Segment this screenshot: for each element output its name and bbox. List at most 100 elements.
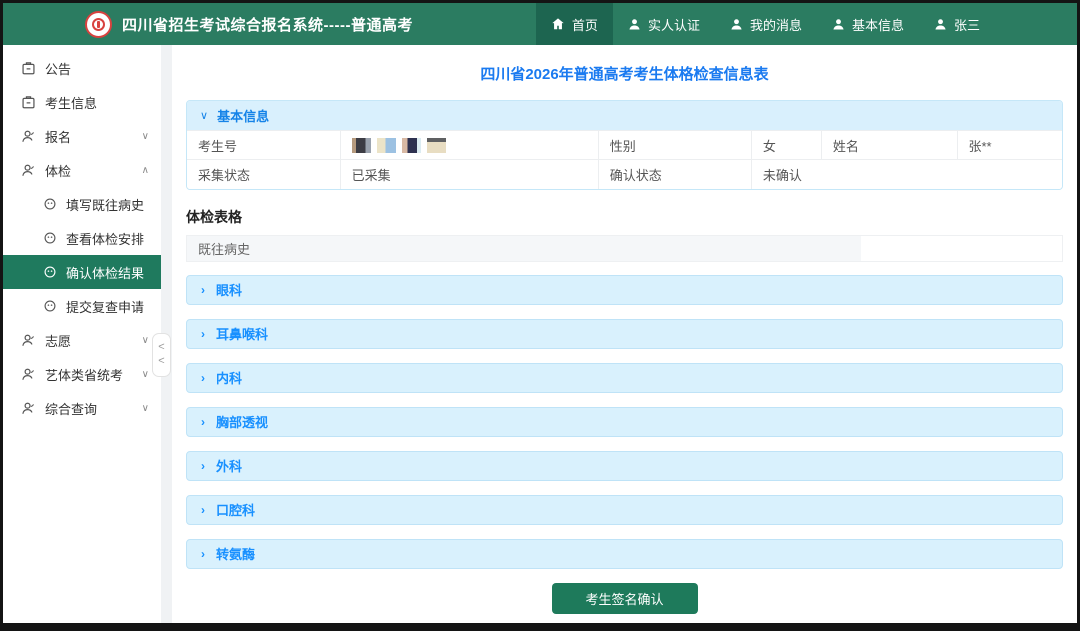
nav-label: 基本信息 [851, 17, 904, 33]
user-icon [628, 18, 641, 31]
app-header: 四川省招生考试综合报名系统-----普通高考 首页 实人认证 我的消息 基本信息… [3, 3, 1077, 45]
circle-face-icon [43, 265, 57, 279]
accordion-transaminase[interactable]: › 转氨酶 [186, 538, 1063, 569]
sidebar-item-registration[interactable]: 报名 ∨ [3, 119, 161, 153]
accordion-surgery[interactable]: › 外科 [186, 450, 1063, 481]
nav-label: 张三 [953, 17, 980, 33]
badge-icon [21, 95, 36, 110]
field-label-candidate-no: 考生号 [187, 130, 341, 160]
sidebar-item-label: 体检 [45, 163, 72, 179]
collapse-left-icon: < [158, 355, 165, 367]
sidebar-item-label: 艺体类省统考 [45, 367, 124, 383]
field-value-gender: 女 [750, 130, 822, 160]
basic-info-panel-header[interactable]: ∨ 基本信息 [187, 101, 1062, 130]
user-icon [21, 129, 36, 144]
nav-real-person-auth[interactable]: 实人认证 [613, 3, 715, 45]
nav-label: 我的消息 [749, 17, 802, 33]
body-row: 公告 考生信息 报名 ∨ 体检 ∧ 填写既往病史 查看体检安排 确认体检结果 提… [3, 45, 1077, 623]
sidebar-item-view-exam-schedule[interactable]: 查看体检安排 [3, 221, 161, 255]
field-label-gender: 性别 [597, 130, 752, 160]
user-icon [21, 367, 36, 382]
user-icon [21, 333, 36, 348]
home-icon [551, 17, 565, 31]
accordion-label: 外科 [216, 459, 243, 474]
nav-label: 首页 [571, 17, 598, 33]
sidebar-item-label: 综合查询 [45, 401, 98, 417]
circle-face-icon [43, 231, 57, 245]
accordion-label: 胸部透视 [216, 415, 269, 430]
collapse-left-icon: < [158, 341, 165, 354]
sidebar-item-label: 志愿 [45, 333, 72, 349]
candidate-sign-confirm-button[interactable]: 考生签名确认 [551, 582, 698, 614]
accordion-ophthalmology[interactable]: › 眼科 [186, 274, 1063, 305]
user-icon [21, 163, 36, 178]
sidebar-item-label: 确认体检结果 [66, 265, 145, 281]
sidebar-item-label: 考生信息 [45, 95, 98, 111]
sidebar: 公告 考生信息 报名 ∨ 体检 ∧ 填写既往病史 查看体检安排 确认体检结果 提… [3, 45, 161, 623]
field-value-confirm-status: 未确认 [750, 159, 1062, 189]
field-value-collect-status: 已采集 [339, 159, 599, 189]
main-content: 四川省2026年普通高考考生体格检查信息表 ∨ 基本信息 考生号 性别 女 姓名… [172, 45, 1077, 623]
medical-history-value [860, 235, 1062, 261]
accordion-label: 口腔科 [216, 503, 256, 518]
nav-user-zhangsan[interactable]: 张三 [919, 3, 995, 45]
chevron-right-icon: › [201, 326, 205, 341]
app-title: 四川省招生考试综合报名系统-----普通高考 [122, 16, 413, 34]
field-label-name: 姓名 [820, 130, 958, 160]
chevron-down-icon: ∨ [141, 402, 149, 414]
field-value-name: 张** [956, 130, 1062, 160]
accordion-label: 转氨酶 [216, 547, 256, 562]
chevron-down-icon: ∨ [141, 130, 149, 142]
sidebar-item-candidate-info[interactable]: 考生信息 [3, 85, 161, 119]
sidebar-collapse-handle[interactable]: < < [152, 333, 171, 377]
basic-info-title: 基本信息 [217, 109, 270, 124]
chevron-up-icon: ∧ [141, 164, 149, 176]
badge-icon [21, 61, 36, 76]
chevron-right-icon: › [201, 458, 205, 473]
sidebar-item-art-sports-exam[interactable]: 艺体类省统考 ∨ [3, 357, 161, 391]
circle-face-icon [43, 299, 57, 313]
sidebar-item-fill-medical-history[interactable]: 填写既往病史 [3, 187, 161, 221]
page-title: 四川省2026年普通高考考生体格检查信息表 [480, 66, 769, 83]
accordion-internal-medicine[interactable]: › 内科 [186, 362, 1063, 393]
exam-table-title: 体检表格 [186, 208, 242, 225]
basic-info-panel: ∨ 基本信息 考生号 性别 女 姓名 张** 采集状态 已采集 确认状态 未确认 [186, 100, 1063, 190]
chevron-down-icon: ∨ [141, 334, 149, 346]
chevron-right-icon: › [201, 414, 205, 429]
top-nav: 首页 实人认证 我的消息 基本信息 张三 [535, 3, 1077, 45]
circle-face-icon [43, 197, 57, 211]
medical-history-label: 既往病史 [187, 235, 861, 261]
nav-basic-info[interactable]: 基本信息 [817, 3, 919, 45]
chevron-right-icon: › [201, 502, 205, 517]
accordion-dental[interactable]: › 口腔科 [186, 494, 1063, 525]
nav-home[interactable]: 首页 [535, 3, 613, 45]
chevron-right-icon: › [201, 282, 205, 297]
basic-info-table: 考生号 性别 女 姓名 张** 采集状态 已采集 确认状态 未确认 [187, 130, 1062, 189]
accordion-chest-xray[interactable]: › 胸部透视 [186, 406, 1063, 437]
sidebar-item-submit-recheck-request[interactable]: 提交复查申请 [3, 289, 161, 323]
accordion-ent[interactable]: › 耳鼻喉科 [186, 318, 1063, 349]
field-label-confirm-status: 确认状态 [597, 159, 752, 189]
accordion-label: 耳鼻喉科 [216, 327, 269, 342]
medical-history-row: 既往病史 [186, 234, 1063, 262]
chevron-down-icon: ∨ [141, 368, 149, 380]
field-label-collect-status: 采集状态 [187, 159, 341, 189]
accordion-label: 内科 [216, 371, 243, 386]
brand: 四川省招生考试综合报名系统-----普通高考 [3, 3, 536, 45]
sidebar-item-confirm-exam-results[interactable]: 确认体检结果 [3, 255, 161, 289]
sidebar-item-label: 填写既往病史 [66, 197, 145, 213]
sidebar-item-preferences[interactable]: 志愿 ∨ [3, 323, 161, 357]
user-icon [730, 18, 743, 31]
sidebar-item-physical-exam[interactable]: 体检 ∧ [3, 153, 161, 187]
chevron-right-icon: › [201, 546, 205, 561]
sidebar-item-label: 公告 [45, 61, 72, 77]
nav-my-messages[interactable]: 我的消息 [715, 3, 817, 45]
sidebar-item-label: 报名 [45, 129, 72, 145]
sidebar-item-comprehensive-query[interactable]: 综合查询 ∨ [3, 391, 161, 425]
chevron-right-icon: › [201, 370, 205, 385]
sidebar-item-label: 提交复查申请 [66, 299, 145, 315]
sidebar-gutter: < < [152, 45, 172, 623]
sidebar-item-announcements[interactable]: 公告 [3, 51, 161, 85]
chevron-down-icon: ∨ [200, 110, 209, 122]
user-icon [934, 18, 947, 31]
